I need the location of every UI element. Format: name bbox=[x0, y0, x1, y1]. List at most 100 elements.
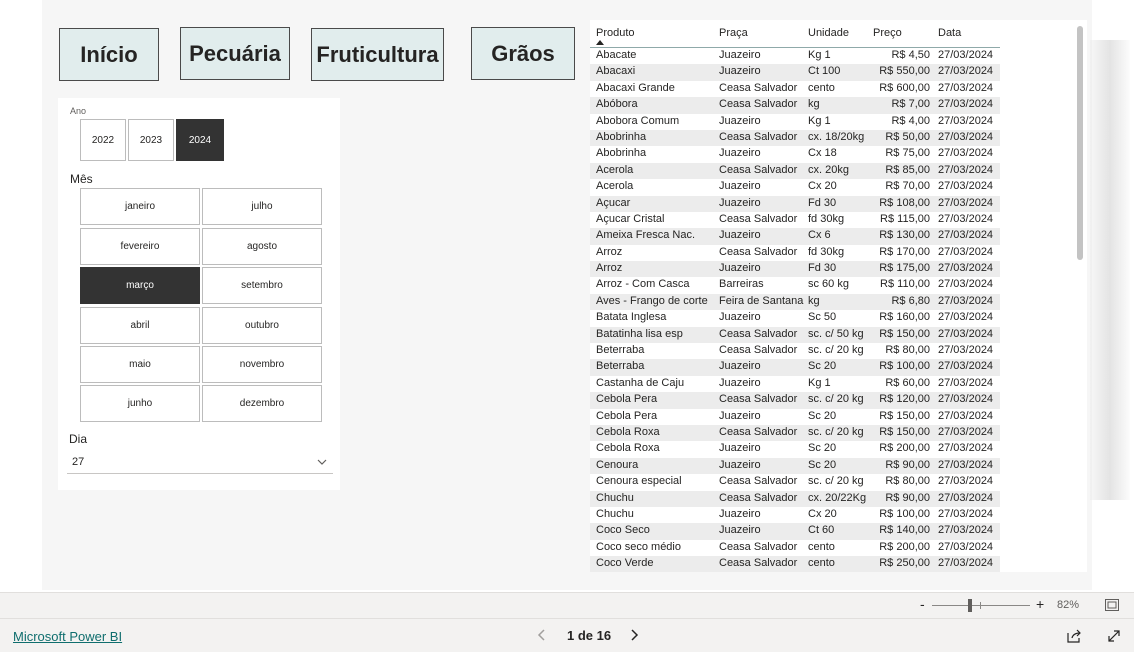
header-unidade[interactable]: Unidade bbox=[808, 27, 849, 39]
fullscreen-icon[interactable] bbox=[1106, 628, 1122, 644]
table-row[interactable]: Cenoura Juazeiro Sc 20 R$ 90,00 27/03/2024 bbox=[590, 457, 1000, 475]
table-row[interactable]: Cebola Pera Ceasa Salvador sc. c/ 20 kg R$ … bbox=[590, 392, 1000, 409]
table-row[interactable]: Coco seco médio Ceasa Salvador cento R$ 200… bbox=[590, 540, 1000, 556]
zoom-slider-tick bbox=[980, 602, 981, 609]
header-preco[interactable]: Preço bbox=[873, 27, 902, 39]
table-row[interactable]: Acerola Ceasa Salvador cx. 20kg R$ 85,00 27/… bbox=[590, 162, 1000, 180]
table-cell-unidade: Sc 50 bbox=[808, 311, 837, 324]
table-cell-produto: Coco Seco bbox=[596, 524, 650, 537]
table-cell-produto: Batata Inglesa bbox=[596, 311, 667, 324]
month-junho-button[interactable]: junho bbox=[80, 385, 200, 422]
year-2024-button[interactable]: 2024 bbox=[176, 119, 224, 161]
table-row[interactable]: Batatinha lisa esp Ceasa Salvador sc. c/ 5… bbox=[590, 326, 1000, 344]
zoom-out-button[interactable]: - bbox=[920, 596, 925, 612]
table-cell-preco: R$ 80,00 bbox=[885, 475, 930, 488]
table-cell-data: 27/03/2024 bbox=[938, 196, 994, 209]
power-bi-link[interactable]: Microsoft Power BI bbox=[13, 629, 122, 644]
table-row[interactable]: Abacate Juazeiro Kg 1 R$ 4,50 27/03/2024 bbox=[590, 48, 1000, 64]
table-row[interactable]: Coco Verde Ceasa Salvador cento R$ 250,00 27… bbox=[590, 556, 1000, 572]
table-row[interactable]: Arroz Juazeiro Fd 30 R$ 175,00 27/03/2024 bbox=[590, 261, 1000, 278]
chevron-right-icon[interactable] bbox=[628, 627, 640, 643]
month-janeiro-button[interactable]: janeiro bbox=[80, 188, 200, 225]
table-cell-preco: R$ 200,00 bbox=[879, 540, 930, 553]
table-cell-praca: Ceasa Salvador bbox=[719, 540, 798, 553]
table-row[interactable]: Cebola Roxa Ceasa Salvador sc. c/ 20 kg R$ … bbox=[590, 424, 1000, 442]
table-row[interactable]: Aves - Frango de corte Feira de Santana kg… bbox=[590, 293, 1000, 311]
table-row[interactable]: Acerola Juazeiro Cx 20 R$ 70,00 27/03/2024 bbox=[590, 179, 1000, 195]
month-outubro-button[interactable]: outubro bbox=[202, 307, 322, 344]
table-cell-preco: R$ 4,50 bbox=[891, 49, 930, 61]
table-row[interactable]: Abacaxi Grande Ceasa Salvador cento R$ 600,… bbox=[590, 81, 1000, 97]
year-2022-button[interactable]: 2022 bbox=[80, 119, 126, 161]
table-row[interactable]: Castanha de Caju Juazeiro Kg 1 R$ 60,00 27/0… bbox=[590, 376, 1000, 392]
nav-pecuaria-button[interactable]: Pecuária bbox=[180, 27, 290, 80]
month-fevereiro-button[interactable]: fevereiro bbox=[80, 228, 200, 265]
header-data[interactable]: Data bbox=[938, 27, 961, 39]
table-row[interactable]: Cenoura especial Ceasa Salvador sc. c/ 20 … bbox=[590, 474, 1000, 490]
table-row[interactable]: Coco Seco Juazeiro Ct 60 R$ 140,00 27/03/202… bbox=[590, 523, 1000, 540]
table-scrollbar[interactable] bbox=[1077, 26, 1083, 260]
table-cell-produto: Cebola Roxa bbox=[596, 442, 660, 455]
table-row[interactable]: Abóbora Ceasa Salvador kg R$ 7,00 27/03/2024 bbox=[590, 97, 1000, 114]
table-cell-produto: Cenoura bbox=[596, 458, 639, 471]
table-row[interactable]: Chuchu Juazeiro Cx 20 R$ 100,00 27/03/2024 bbox=[590, 507, 1000, 523]
table-row[interactable]: Ameixa Fresca Nac. Juazeiro Cx 6 R$ 130,00 2… bbox=[590, 228, 1000, 245]
table-cell-data: 27/03/2024 bbox=[938, 229, 994, 242]
table-cell-produto: Arroz bbox=[596, 262, 623, 275]
fit-to-page-icon[interactable] bbox=[1105, 599, 1119, 611]
month-setembro-button[interactable]: setembro bbox=[202, 267, 322, 304]
month-novembro-button[interactable]: novembro bbox=[202, 346, 322, 383]
zoom-slider-track[interactable] bbox=[932, 605, 1030, 606]
month-dezembro-button[interactable]: dezembro bbox=[202, 385, 322, 422]
table-cell-produto: Beterraba bbox=[596, 360, 645, 373]
month-marco-button[interactable]: março bbox=[80, 267, 200, 304]
nav-fruticultura-button[interactable]: Fruticultura bbox=[311, 28, 444, 81]
table-cell-unidade: Kg 1 bbox=[808, 114, 831, 127]
table-cell-praca: Juazeiro bbox=[719, 65, 761, 78]
table-row[interactable]: Beterraba Ceasa Salvador sc. c/ 20 kg R$ 80… bbox=[590, 343, 1000, 359]
share-icon[interactable] bbox=[1066, 628, 1082, 644]
table-cell-data: 27/03/2024 bbox=[938, 557, 994, 570]
table-cell-data: 27/03/2024 bbox=[938, 425, 994, 438]
header-praca[interactable]: Praça bbox=[719, 27, 748, 39]
table-row[interactable]: Beterraba Juazeiro Sc 20 R$ 100,00 27/03/202… bbox=[590, 359, 1000, 376]
month-julho-button[interactable]: julho bbox=[202, 188, 322, 225]
table-row[interactable]: Açucar Juazeiro Fd 30 R$ 108,00 27/03/2024 bbox=[590, 195, 1000, 212]
price-table[interactable]: Produto Praça Unidade Preço Data Abacate… bbox=[590, 20, 1087, 572]
year-2023-button[interactable]: 2023 bbox=[128, 119, 174, 161]
table-row[interactable]: Arroz - Com Casca Barreiras sc 60 kg R$ 110… bbox=[590, 277, 1000, 293]
table-cell-unidade: sc. c/ 50 kg bbox=[808, 327, 864, 340]
table-cell-data: 27/03/2024 bbox=[938, 311, 994, 324]
table-row[interactable]: Arroz Ceasa Salvador fd 30kg R$ 170,00 27/03… bbox=[590, 245, 1000, 261]
table-row[interactable]: Abobora Comum Juazeiro Kg 1 R$ 4,00 27/03/20… bbox=[590, 114, 1000, 130]
table-cell-praca: Ceasa Salvador bbox=[719, 212, 798, 225]
table-cell-data: 27/03/2024 bbox=[938, 409, 994, 422]
zoom-in-button[interactable]: + bbox=[1036, 596, 1044, 612]
month-maio-button[interactable]: maio bbox=[80, 346, 200, 383]
table-row[interactable]: Chuchu Ceasa Salvador cx. 20/22Kg R$ 90,00 2… bbox=[590, 490, 1000, 507]
nav-graos-button[interactable]: Grãos bbox=[471, 27, 575, 80]
table-row[interactable]: Abobrinha Ceasa Salvador cx. 18/20kg R$ 50,… bbox=[590, 129, 1000, 147]
chevron-left-icon[interactable] bbox=[536, 627, 548, 643]
table-cell-data: 27/03/2024 bbox=[938, 81, 994, 94]
table-row[interactable]: Cebola Pera Juazeiro Sc 20 R$ 150,00 27/03/2… bbox=[590, 409, 1000, 425]
month-agosto-button[interactable]: agosto bbox=[202, 228, 322, 265]
table-cell-praca: Juazeiro bbox=[719, 524, 761, 537]
table-cell-unidade: sc. c/ 20 kg bbox=[808, 475, 864, 488]
table-row[interactable]: Açucar Cristal Ceasa Salvador fd 30kg R$ 11… bbox=[590, 212, 1000, 228]
table-row[interactable]: Abobrinha Juazeiro Cx 18 R$ 75,00 27/03/2024 bbox=[590, 146, 1000, 162]
table-cell-data: 27/03/2024 bbox=[938, 98, 994, 111]
table-cell-data: 27/03/2024 bbox=[938, 212, 994, 225]
table-row[interactable]: Abacaxi Juazeiro Ct 100 R$ 550,00 27/03/2024 bbox=[590, 64, 1000, 81]
header-produto[interactable]: Produto bbox=[596, 27, 635, 39]
zoom-slider-thumb[interactable] bbox=[968, 599, 972, 612]
nav-inicio-button[interactable]: Início bbox=[59, 28, 159, 81]
table-cell-unidade: fd 30kg bbox=[808, 245, 845, 258]
scrollbar-track[interactable] bbox=[1083, 26, 1089, 506]
table-cell-unidade: Cx 18 bbox=[808, 147, 837, 160]
dia-dropdown[interactable]: 27 bbox=[67, 451, 333, 474]
table-cell-praca: Ceasa Salvador bbox=[719, 245, 798, 258]
table-row[interactable]: Batata Inglesa Juazeiro Sc 50 R$ 160,00 27/0… bbox=[590, 310, 1000, 326]
month-abril-button[interactable]: abril bbox=[80, 307, 200, 344]
table-row[interactable]: Cebola Roxa Juazeiro Sc 20 R$ 200,00 27/03/2… bbox=[590, 441, 1000, 457]
